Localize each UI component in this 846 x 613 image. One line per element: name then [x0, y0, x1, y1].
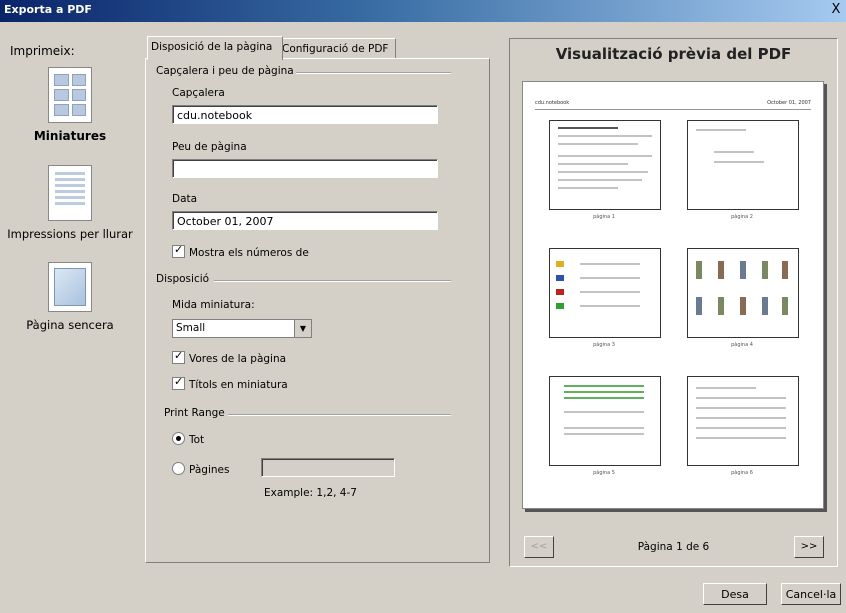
cancel-button[interactable]: Cancel·la	[781, 583, 841, 605]
next-page-button[interactable]: >>	[794, 536, 824, 558]
radio-dot	[172, 462, 185, 475]
thumbnail-caption: pàgina 6	[731, 470, 753, 476]
print-label: Imprimeix:	[10, 44, 75, 58]
thumb-titles-label: Títols en miniatura	[189, 379, 288, 391]
date-input[interactable]: October 01, 2007	[172, 211, 438, 230]
checkbox-box	[172, 349, 185, 364]
preview-thumbnail	[549, 376, 661, 466]
option-thumbnails-label: Miniatures	[33, 129, 107, 143]
header-input[interactable]: cdu.notebook	[172, 105, 438, 124]
title-bar: Exporta a PDF X	[0, 0, 846, 22]
chevron-down-icon[interactable]: ▼	[294, 320, 311, 337]
header-footer-group-title: Capçalera i peu de pàgina	[156, 65, 294, 77]
thumbnail-caption: pàgina 4	[731, 342, 753, 348]
option-notes[interactable]: Impressions per llurar	[0, 165, 140, 241]
group-divider	[214, 280, 451, 282]
preview-thumbnail	[687, 120, 799, 210]
layout-group-title: Disposició	[156, 273, 210, 285]
footer-input[interactable]	[172, 159, 438, 178]
option-notes-label: Impressions per llurar	[7, 227, 133, 241]
preview-title: Visualització prèvia del PDF	[555, 45, 792, 63]
thumb-size-value: Small	[176, 322, 206, 334]
print-range-group-title: Print Range	[164, 407, 225, 419]
page-indicator: Pàgina 1 de 6	[637, 541, 710, 553]
option-full-page-label: Pàgina sencera	[26, 318, 114, 332]
thumb-size-select[interactable]: Small ▼	[172, 319, 312, 338]
thumbnail-caption: pàgina 5	[593, 470, 615, 476]
preview-thumbnail	[549, 120, 661, 210]
thumbnail-caption: pàgina 1	[593, 214, 615, 220]
window-title: Exporta a PDF	[4, 3, 92, 16]
radio-dot	[172, 432, 185, 445]
pdf-preview: Visualització prèvia del PDF cdu.noteboo…	[509, 38, 838, 567]
show-page-numbers-checkbox[interactable]: Mostra els números de	[172, 243, 309, 259]
pages-input[interactable]	[261, 458, 395, 477]
range-all-label: Tot	[189, 434, 205, 446]
tab-pdf-settings[interactable]: Configuració de PDF	[278, 38, 396, 59]
page-layout-panel: Capçalera i peu de pàgina Capçalera cdu.…	[145, 58, 490, 563]
preview-doc-header-right: October 01, 2007	[767, 100, 811, 106]
preview-doc-header-left: cdu.notebook	[535, 100, 570, 106]
settings-tabs: Disposició de la pàgina Configuració de …	[145, 36, 495, 563]
full-page-icon	[48, 262, 92, 312]
preview-thumbnail	[687, 376, 799, 466]
preview-thumbnail	[687, 248, 799, 338]
save-button[interactable]: Desa	[703, 583, 767, 605]
preview-thumbnail	[549, 248, 661, 338]
preview-page: cdu.notebook October 01, 2007 pàgina 1 p…	[522, 81, 824, 509]
tab-page-layout[interactable]: Disposició de la pàgina	[147, 36, 283, 60]
show-page-numbers-label: Mostra els números de	[189, 247, 309, 259]
close-icon[interactable]: X	[828, 2, 844, 18]
thumbnails-grid-icon	[48, 67, 92, 123]
date-label: Data	[172, 193, 198, 205]
option-full-page[interactable]: Pàgina sencera	[0, 262, 140, 332]
checkbox-box	[172, 243, 185, 258]
thumb-titles-checkbox[interactable]: Títols en miniatura	[172, 375, 288, 391]
option-thumbnails[interactable]: Miniatures	[0, 67, 140, 143]
range-all-radio[interactable]: Tot	[172, 432, 204, 446]
header-label: Capçalera	[172, 87, 225, 99]
checkbox-box	[172, 375, 185, 390]
page-borders-checkbox[interactable]: Vores de la pàgina	[172, 349, 287, 365]
group-divider	[228, 414, 451, 416]
range-pages-label: Pàgines	[189, 464, 230, 476]
thumbnail-caption: pàgina 3	[593, 342, 615, 348]
page-borders-label: Vores de la pàgina	[189, 353, 287, 365]
notes-page-icon	[48, 165, 92, 221]
thumbnail-caption: pàgina 2	[731, 214, 753, 220]
preview-header-rule	[535, 109, 811, 110]
group-divider	[296, 72, 451, 74]
range-pages-radio[interactable]: Pàgines	[172, 462, 229, 476]
print-type-sidebar: Imprimeix: Miniatures Impressions per ll…	[0, 22, 140, 582]
thumb-size-label: Mida miniatura:	[172, 299, 255, 311]
range-example: Example: 1,2, 4-7	[264, 487, 357, 499]
footer-label: Peu de pàgina	[172, 141, 247, 153]
